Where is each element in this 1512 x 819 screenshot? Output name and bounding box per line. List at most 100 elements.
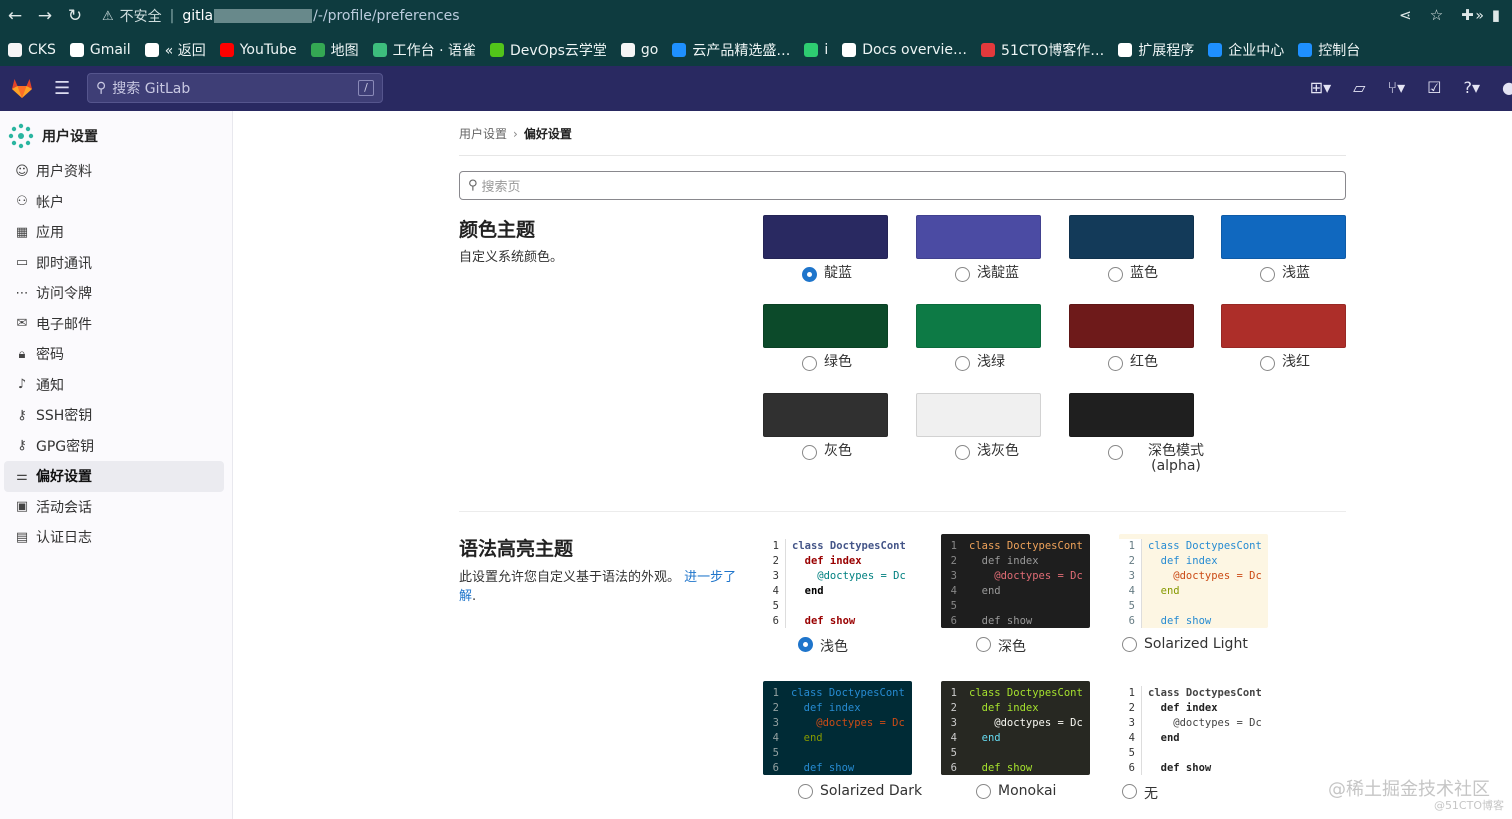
todos-icon[interactable]: ☑ <box>1427 78 1441 97</box>
code-preview[interactable]: 1 2 3 4 5 6 class DoctypesCont def index @doct… <box>941 534 1090 628</box>
radio-unchecked-icon[interactable] <box>1108 267 1123 282</box>
bookmark-item[interactable]: Gmail <box>69 42 131 58</box>
color-swatch[interactable] <box>1069 393 1194 437</box>
extensions-icon[interactable]: ✚ <box>1461 6 1474 24</box>
syntax-theme-radio[interactable]: 浅色 <box>798 636 848 656</box>
bookmark-item[interactable]: DevOps云学堂 <box>490 40 607 60</box>
color-theme-radio[interactable]: 浅蓝 <box>1260 266 1310 282</box>
issues-icon[interactable]: ▱ <box>1353 78 1365 97</box>
color-theme-radio[interactable]: 绿色 <box>802 355 852 371</box>
color-swatch[interactable] <box>916 304 1041 348</box>
sidepanel-icon[interactable]: ▮ <box>1492 6 1500 24</box>
sidebar-item[interactable]: ▤ 认证日志 <box>4 522 224 553</box>
sidebar-item[interactable]: ▣ 活动会话 <box>4 492 224 523</box>
sidebar-header[interactable]: 用户设置 <box>8 123 98 149</box>
radio-checked-icon[interactable] <box>798 637 813 652</box>
radio-unchecked-icon[interactable] <box>798 784 813 799</box>
sidebar-item[interactable]: ▦ 应用 <box>4 217 224 248</box>
bookmark-item[interactable]: 地图 <box>310 40 359 60</box>
color-swatch[interactable] <box>1069 304 1194 348</box>
bookmark-item[interactable]: « 返回 <box>144 40 206 60</box>
page-search-input[interactable]: ⚲ 搜索页 <box>459 171 1346 200</box>
syntax-theme-radio[interactable]: Solarized Light <box>1122 636 1248 652</box>
bookmark-item[interactable]: 云产品精选盛… <box>672 40 790 60</box>
radio-unchecked-icon[interactable] <box>1260 356 1275 371</box>
color-theme-radio[interactable]: 浅灰色 <box>955 444 1019 460</box>
color-theme-radio[interactable]: 浅红 <box>1260 355 1310 371</box>
radio-unchecked-icon[interactable] <box>1108 445 1123 460</box>
radio-unchecked-icon[interactable] <box>1108 356 1123 371</box>
radio-unchecked-icon[interactable] <box>976 784 991 799</box>
back-icon[interactable]: ← <box>0 6 30 26</box>
bookmark-item[interactable]: CKS <box>8 42 56 58</box>
help-icon[interactable]: ?▾ <box>1463 78 1480 97</box>
syntax-theme-radio[interactable]: 无 <box>1122 783 1158 803</box>
bookmark-item[interactable]: 控制台 <box>1298 40 1360 60</box>
sidebar-item[interactable]: ⚷ SSH密钥 <box>4 400 224 431</box>
gitlab-search-input[interactable]: ⚲ 搜索 GitLab / <box>87 73 383 103</box>
radio-unchecked-icon[interactable] <box>1122 784 1137 799</box>
code-preview[interactable]: 1 2 3 4 5 6 class DoctypesCont def index @doct… <box>1119 681 1268 775</box>
sidebar-item[interactable]: ☺ 用户资料 <box>4 156 224 187</box>
color-theme-radio[interactable]: 浅靛蓝 <box>955 266 1019 282</box>
bookmark-item[interactable]: 51CTO博客作… <box>981 40 1104 60</box>
gitlab-logo-icon[interactable] <box>10 76 34 100</box>
avatar[interactable]: ● <box>1502 78 1512 97</box>
bookmark-item[interactable]: i <box>804 42 828 58</box>
sidebar-item[interactable]: ⚇ 帐户 <box>4 187 224 218</box>
reload-icon[interactable]: ↻ <box>60 6 90 26</box>
sidebar-item[interactable]: ✉ 电子邮件 <box>4 309 224 340</box>
sidebar-item[interactable]: 🔒︎ 密码 <box>4 339 224 370</box>
bookmark-item[interactable]: 扩展程序 <box>1118 40 1194 60</box>
color-theme-radio[interactable]: 红色 <box>1108 355 1158 371</box>
syntax-theme-radio[interactable]: Solarized Dark <box>798 783 922 799</box>
breadcrumb-parent[interactable]: 用户设置 <box>459 127 507 141</box>
share-icon[interactable]: ⋖ <box>1399 6 1412 24</box>
radio-unchecked-icon[interactable] <box>1122 637 1137 652</box>
bookmark-item[interactable]: YouTube <box>219 42 297 58</box>
code-preview[interactable]: 1 2 3 4 5 6 class DoctypesCont def index @doct… <box>941 681 1090 775</box>
color-swatch[interactable] <box>916 393 1041 437</box>
color-swatch[interactable] <box>763 215 888 259</box>
color-swatch[interactable] <box>916 215 1041 259</box>
color-theme-radio[interactable]: 深色模式 (alpha) <box>1108 444 1204 474</box>
color-theme-radio[interactable]: 靛蓝 <box>802 266 852 282</box>
sidebar-item[interactable]: ▭ 即时通讯 <box>4 248 224 279</box>
star-icon[interactable]: ☆ <box>1430 6 1443 24</box>
radio-unchecked-icon[interactable] <box>1260 267 1275 282</box>
color-theme-radio[interactable]: 灰色 <box>802 444 852 460</box>
radio-unchecked-icon[interactable] <box>955 445 970 460</box>
merge-requests-icon[interactable]: ⑂▾ <box>1387 78 1405 97</box>
color-swatch[interactable] <box>763 393 888 437</box>
forward-icon[interactable]: → <box>30 6 60 26</box>
color-swatch[interactable] <box>763 304 888 348</box>
radio-unchecked-icon[interactable] <box>976 637 991 652</box>
sidebar-item[interactable]: ⚷ GPG密钥 <box>4 431 224 462</box>
radio-unchecked-icon[interactable] <box>955 267 970 282</box>
radio-unchecked-icon[interactable] <box>955 356 970 371</box>
code-preview[interactable]: 1 2 3 4 5 6 class DoctypesCont def index @doct… <box>763 534 912 628</box>
address-bar[interactable]: ⚠ 不安全 | gitla /-/profile/preferences <box>96 3 1506 29</box>
radio-checked-icon[interactable] <box>802 267 817 282</box>
bookmark-item[interactable]: 企业中心 <box>1208 40 1284 60</box>
radio-unchecked-icon[interactable] <box>802 356 817 371</box>
sidebar-item[interactable]: ⋯ 访问令牌 <box>4 278 224 309</box>
radio-unchecked-icon[interactable] <box>802 445 817 460</box>
sidebar-item[interactable]: ♪ 通知 <box>4 370 224 401</box>
code-preview[interactable]: 1 2 3 4 5 6 class DoctypesCont def index @doct… <box>1119 534 1268 628</box>
bookmark-item[interactable]: go <box>620 42 658 58</box>
bookmarks-more-button[interactable]: » <box>1475 8 1484 24</box>
sidebar-item[interactable]: ⚌ 偏好设置 <box>4 461 224 492</box>
syntax-theme-radio[interactable]: 深色 <box>976 636 1026 656</box>
code-preview[interactable]: 1 2 3 4 5 6 class DoctypesCont def index @doct… <box>763 681 912 775</box>
new-item-icon[interactable]: ⊞▾ <box>1310 78 1331 97</box>
color-theme-radio[interactable]: 蓝色 <box>1108 266 1158 282</box>
color-swatch[interactable] <box>1221 304 1346 348</box>
menu-icon[interactable]: ☰ <box>54 78 70 99</box>
bookmark-item[interactable]: Docs overvie… <box>842 42 967 58</box>
color-swatch[interactable] <box>1069 215 1194 259</box>
bookmark-item[interactable]: 工作台 · 语雀 <box>372 40 476 60</box>
color-swatch[interactable] <box>1221 215 1346 259</box>
syntax-theme-radio[interactable]: Monokai <box>976 783 1056 799</box>
color-theme-radio[interactable]: 浅绿 <box>955 355 1005 371</box>
